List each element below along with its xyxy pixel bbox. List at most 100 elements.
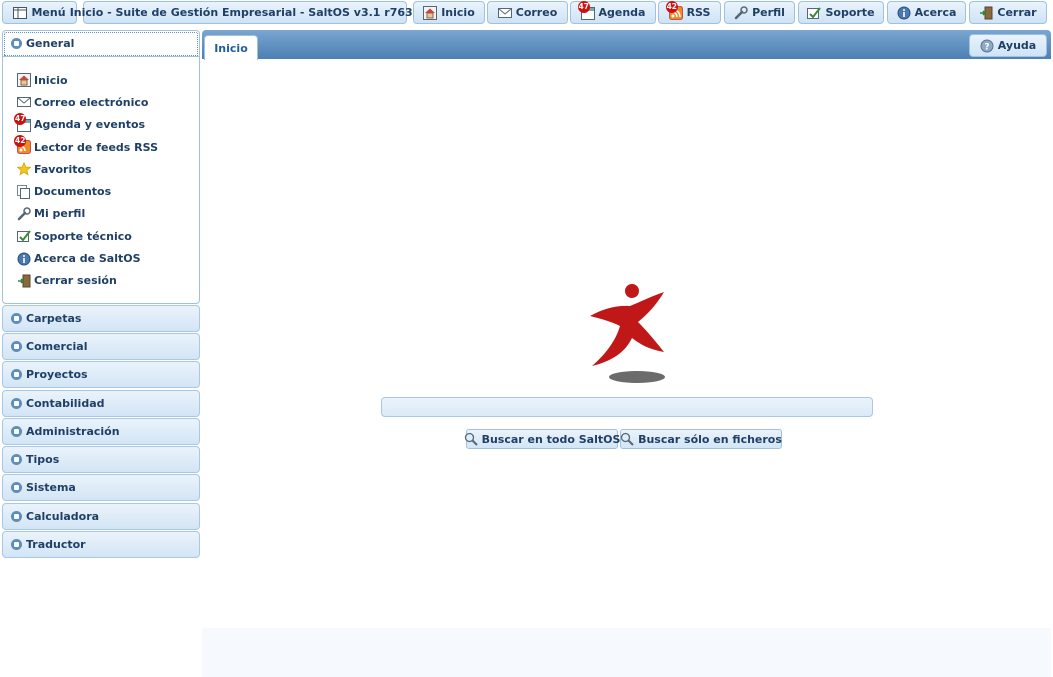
sidebar-item-label: Soporte técnico xyxy=(34,229,132,243)
sidebar-section-label: Contabilidad xyxy=(26,397,105,410)
sidebar-item-agenda[interactable]: 47 Agenda y eventos xyxy=(14,112,199,136)
exit-door-icon xyxy=(17,274,31,288)
sidebar-section-label: Proyectos xyxy=(26,368,88,381)
sidebar-item-label: Correo electrónico xyxy=(34,95,149,109)
sidebar-item-rss[interactable]: 42 Lector de feeds RSS xyxy=(14,135,199,158)
support-icon xyxy=(17,229,31,243)
saltos-logo xyxy=(590,284,665,383)
sidebar-section-sistema[interactable]: Sistema xyxy=(2,474,200,501)
acerca-button-label: Acerca xyxy=(914,6,957,19)
sidebar-item-inicio[interactable]: Inicio xyxy=(17,69,199,91)
window-title: Inicio - Suite de Gestión Empresarial - … xyxy=(70,1,420,24)
menu-button-label: Menú xyxy=(31,6,66,19)
sidebar-item-cerrar-sesion[interactable]: Cerrar sesión xyxy=(17,270,199,292)
sidebar-section-label: Carpetas xyxy=(26,312,82,325)
agenda-button-label: Agenda xyxy=(598,6,646,19)
sidebar-general-panel: General Inicio Correo electrónico 47 Age… xyxy=(2,30,200,304)
sidebar-section-label: Tipos xyxy=(26,453,60,466)
menu-icon xyxy=(13,6,28,20)
sidebar-item-label: Cerrar sesión xyxy=(34,274,117,288)
tab-inicio-label: Inicio xyxy=(214,41,248,55)
collapsed-icon xyxy=(11,454,22,465)
soporte-button[interactable]: Soporte xyxy=(798,1,884,24)
sidebar-item-favoritos[interactable]: Favoritos xyxy=(16,158,199,180)
rss-button[interactable]: 42 RSS xyxy=(658,0,721,24)
home-icon xyxy=(423,5,438,20)
collapsed-icon xyxy=(11,313,22,324)
collapsed-icon xyxy=(11,398,22,409)
wrench-icon xyxy=(17,207,31,221)
sidebar-section-proyectos[interactable]: Proyectos xyxy=(2,361,200,388)
sidebar-item-label: Inicio xyxy=(34,73,68,87)
sidebar-item-correo[interactable]: Correo electrónico xyxy=(17,91,199,113)
sidebar-section-calculadora[interactable]: Calculadora xyxy=(2,503,200,530)
sidebar-section-label: Sistema xyxy=(26,481,76,494)
sidebar-item-label: Lector de feeds RSS xyxy=(34,140,159,154)
tab-inicio[interactable]: Inicio xyxy=(204,35,258,60)
rss-badge: 42 xyxy=(665,0,679,13)
search-input[interactable] xyxy=(381,397,873,417)
sidebar-section-contabilidad[interactable]: Contabilidad xyxy=(2,390,200,417)
acerca-button[interactable]: Acerca xyxy=(887,1,966,24)
inicio-button[interactable]: Inicio xyxy=(413,1,485,24)
perfil-button[interactable]: Perfil xyxy=(724,1,795,24)
sidebar-section-administracion[interactable]: Administración xyxy=(2,418,200,445)
sidebar-item-documentos[interactable]: Documentos xyxy=(17,180,199,202)
sidebar-section-label: Comercial xyxy=(26,340,88,353)
sidebar-section-traductor[interactable]: Traductor xyxy=(2,531,200,558)
search-icon xyxy=(464,432,478,446)
sidebar-section-label: Calculadora xyxy=(26,510,100,523)
mail-icon xyxy=(17,95,31,109)
star-icon xyxy=(16,162,32,176)
sidebar-section-carpetas[interactable]: Carpetas xyxy=(2,305,200,332)
collapsed-icon xyxy=(11,369,22,380)
collapsed-icon xyxy=(11,482,22,493)
search-all-button[interactable]: Buscar en todo SaltOS xyxy=(464,429,621,449)
expand-icon xyxy=(11,38,22,49)
documents-icon xyxy=(17,184,31,199)
cerrar-button-label: Cerrar xyxy=(997,6,1037,19)
sidebar-section-tipos[interactable]: Tipos xyxy=(2,446,200,473)
correo-button-label: Correo xyxy=(515,6,558,19)
exit-door-icon xyxy=(979,6,993,20)
agenda-badge: 47 xyxy=(577,0,590,13)
general-menu-list: Inicio Correo electrónico 47 Agenda y ev… xyxy=(3,57,199,292)
sidebar-item-label: Favoritos xyxy=(34,162,92,176)
sidebar-section-comercial[interactable]: Comercial xyxy=(2,333,200,360)
agenda-button[interactable]: 47 Agenda xyxy=(570,0,656,24)
correo-button[interactable]: Correo xyxy=(487,1,568,24)
sidebar-item-label: Agenda y eventos xyxy=(34,118,146,132)
perfil-button-label: Perfil xyxy=(752,6,785,19)
search-all-label: Buscar en todo SaltOS xyxy=(481,432,621,446)
help-button[interactable]: ? Ayuda xyxy=(969,34,1047,57)
sidebar-item-label: Mi perfil xyxy=(34,207,86,221)
collapsed-icon xyxy=(11,539,22,550)
sidebar-section-general-label: General xyxy=(26,37,75,50)
search-files-label: Buscar sólo en ficheros xyxy=(638,432,782,446)
help-button-label: Ayuda xyxy=(997,39,1037,52)
calendar-icon: 47 xyxy=(577,0,595,20)
home-icon xyxy=(17,73,31,88)
collapsed-icon xyxy=(11,511,22,522)
sidebar-item-label: Documentos xyxy=(34,185,112,199)
mail-icon xyxy=(497,6,512,20)
agenda-badge: 47 xyxy=(14,112,27,125)
tab-bar xyxy=(202,30,1051,59)
menu-button[interactable]: Menú xyxy=(2,1,77,24)
soporte-button-label: Soporte xyxy=(825,6,875,19)
search-icon xyxy=(620,432,634,446)
help-icon: ? xyxy=(980,39,994,53)
sidebar-item-perfil[interactable]: Mi perfil xyxy=(17,203,199,225)
sidebar-item-soporte[interactable]: Soporte técnico xyxy=(17,225,199,247)
inicio-button-label: Inicio xyxy=(441,6,475,19)
search-files-button[interactable]: Buscar sólo en ficheros xyxy=(620,429,782,449)
sidebar-section-label: Traductor xyxy=(26,538,86,551)
support-icon xyxy=(807,6,822,20)
info-icon xyxy=(17,252,31,266)
collapsed-icon xyxy=(11,341,22,352)
sidebar-section-general[interactable]: General xyxy=(3,31,199,57)
collapsed-icon xyxy=(11,426,22,437)
sidebar-item-acerca[interactable]: Acerca de SaltOS xyxy=(17,247,199,269)
rss-icon: 42 xyxy=(665,0,683,20)
cerrar-button[interactable]: Cerrar xyxy=(969,1,1047,24)
